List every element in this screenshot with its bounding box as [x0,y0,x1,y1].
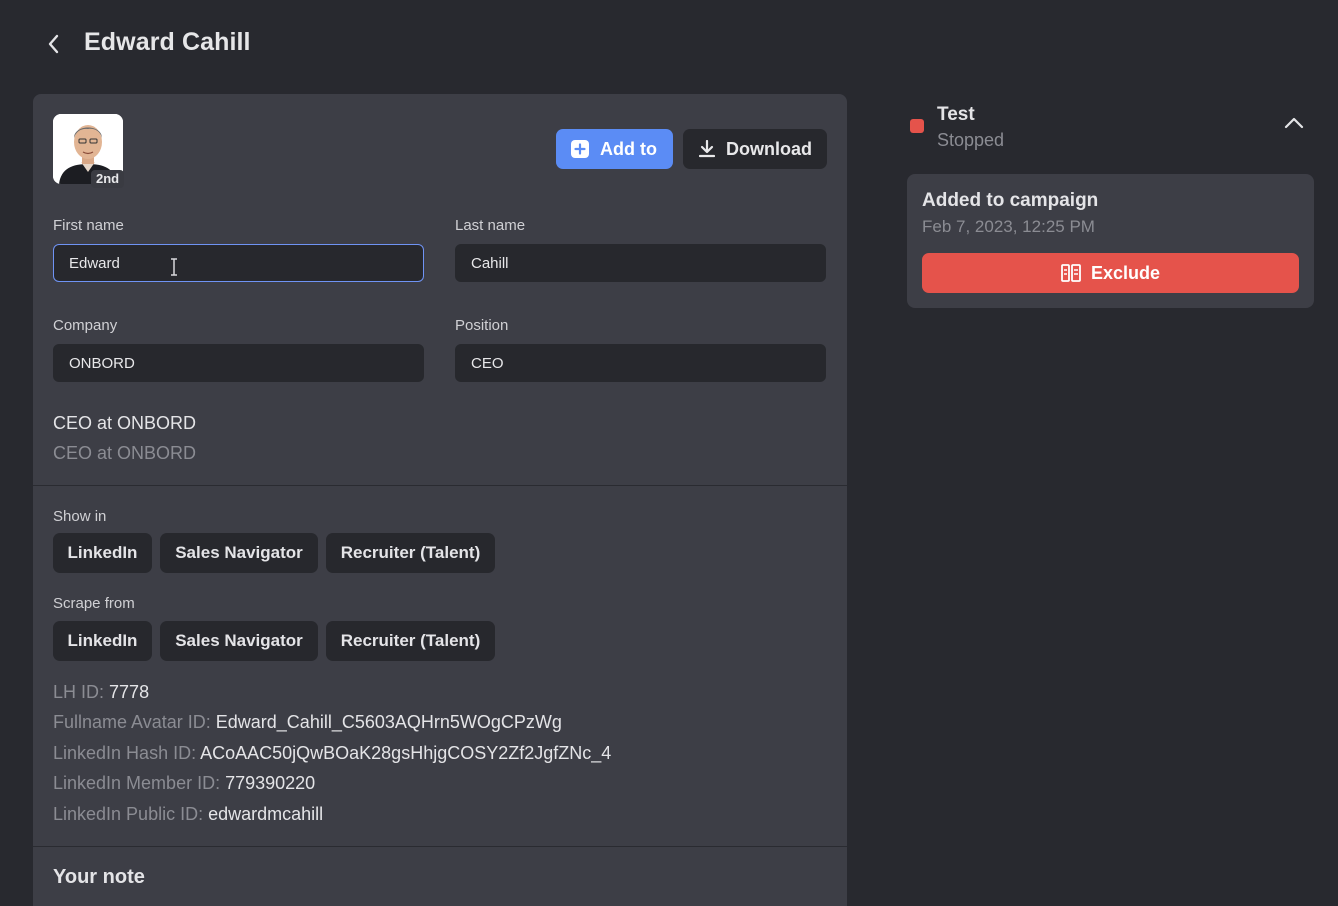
company-input[interactable] [53,344,424,382]
campaign-status-indicator [910,119,924,133]
exclude-label: Exclude [1090,262,1161,283]
show-in-sales-navigator-button[interactable]: Sales Navigator [160,533,318,573]
profile-headline: CEO at ONBORD [53,413,197,433]
scrape-from-recruiter-button[interactable]: Recruiter (Talent) [326,621,495,661]
public-id-value: edwardmcahill [208,804,324,824]
hash-id-value: ACoAAC50jQwBOaK28gsHhjgCOSY2Zf2JgfZNc_4 [200,743,612,763]
add-to-label: Add to [600,138,657,159]
campaign-status: Stopped [937,130,1005,150]
show-in-recruiter-button[interactable]: Recruiter (Talent) [326,533,495,573]
campaign-event-date: Feb 7, 2023, 12:25 PM [922,217,1095,236]
public-id-row: LinkedIn Public ID: edwardmcahill [53,804,323,825]
connection-degree-badge: 2nd [91,170,125,188]
scrape-from-sales-navigator-button[interactable]: Sales Navigator [160,621,318,661]
campaign-header[interactable]: Test Stopped [907,100,1317,160]
campaign-name: Test [937,104,975,125]
download-button[interactable]: Download [683,129,827,169]
section-divider [33,485,847,486]
hash-id-row: LinkedIn Hash ID: ACoAAC50jQwBOaK28gsHhj… [53,743,611,764]
member-id-key: LinkedIn Member ID: [53,773,221,793]
member-id-value: 779390220 [225,773,316,793]
back-button[interactable] [40,30,68,58]
chevron-left-icon [48,34,59,54]
public-id-key: LinkedIn Public ID: [53,804,204,824]
page-header: Edward Cahill [0,0,1338,88]
note-divider [33,846,847,847]
show-in-label: Show in [53,508,107,525]
avatar-id-value: Edward_Cahill_C5603AQHrn5WOgCPzWg [215,712,562,732]
position-label: Position [455,317,509,334]
lh-id-value: 7778 [109,682,150,702]
first-name-label: First name [53,217,124,234]
add-to-button[interactable]: Add to [556,129,673,169]
last-name-input[interactable] [455,244,826,282]
page-title: Edward Cahill [84,28,251,56]
campaign-event-title: Added to campaign [922,190,1099,211]
avatar-id-row: Fullname Avatar ID: Edward_Cahill_C5603A… [53,712,562,733]
exclude-icon [1061,264,1081,282]
campaign-event-card: Added to campaign Feb 7, 2023, 12:25 PM … [907,174,1314,308]
download-label: Download [726,138,812,159]
note-title: Your note [53,866,145,888]
scrape-from-label: Scrape from [53,595,135,612]
download-icon [699,140,715,158]
chevron-up-icon[interactable] [1283,116,1305,130]
hash-id-key: LinkedIn Hash ID: [53,743,197,763]
show-in-linkedin-button[interactable]: LinkedIn [53,533,152,573]
last-name-label: Last name [455,217,526,234]
exclude-button[interactable]: Exclude [922,253,1299,293]
profile-card: 2nd Add to Download First name Last name… [33,94,847,906]
scrape-from-linkedin-button[interactable]: LinkedIn [53,621,152,661]
profile-headline-secondary: CEO at ONBORD [53,443,197,463]
avatar-id-key: Fullname Avatar ID: [53,712,211,732]
text-cursor-icon [171,258,177,276]
member-id-row: LinkedIn Member ID: 779390220 [53,773,315,794]
lh-id-row: LH ID: 7778 [53,682,149,703]
add-square-icon [571,140,589,158]
first-name-input[interactable] [53,244,424,282]
lh-id-key: LH ID: [53,682,105,702]
company-label: Company [53,317,118,334]
position-input[interactable] [455,344,826,382]
